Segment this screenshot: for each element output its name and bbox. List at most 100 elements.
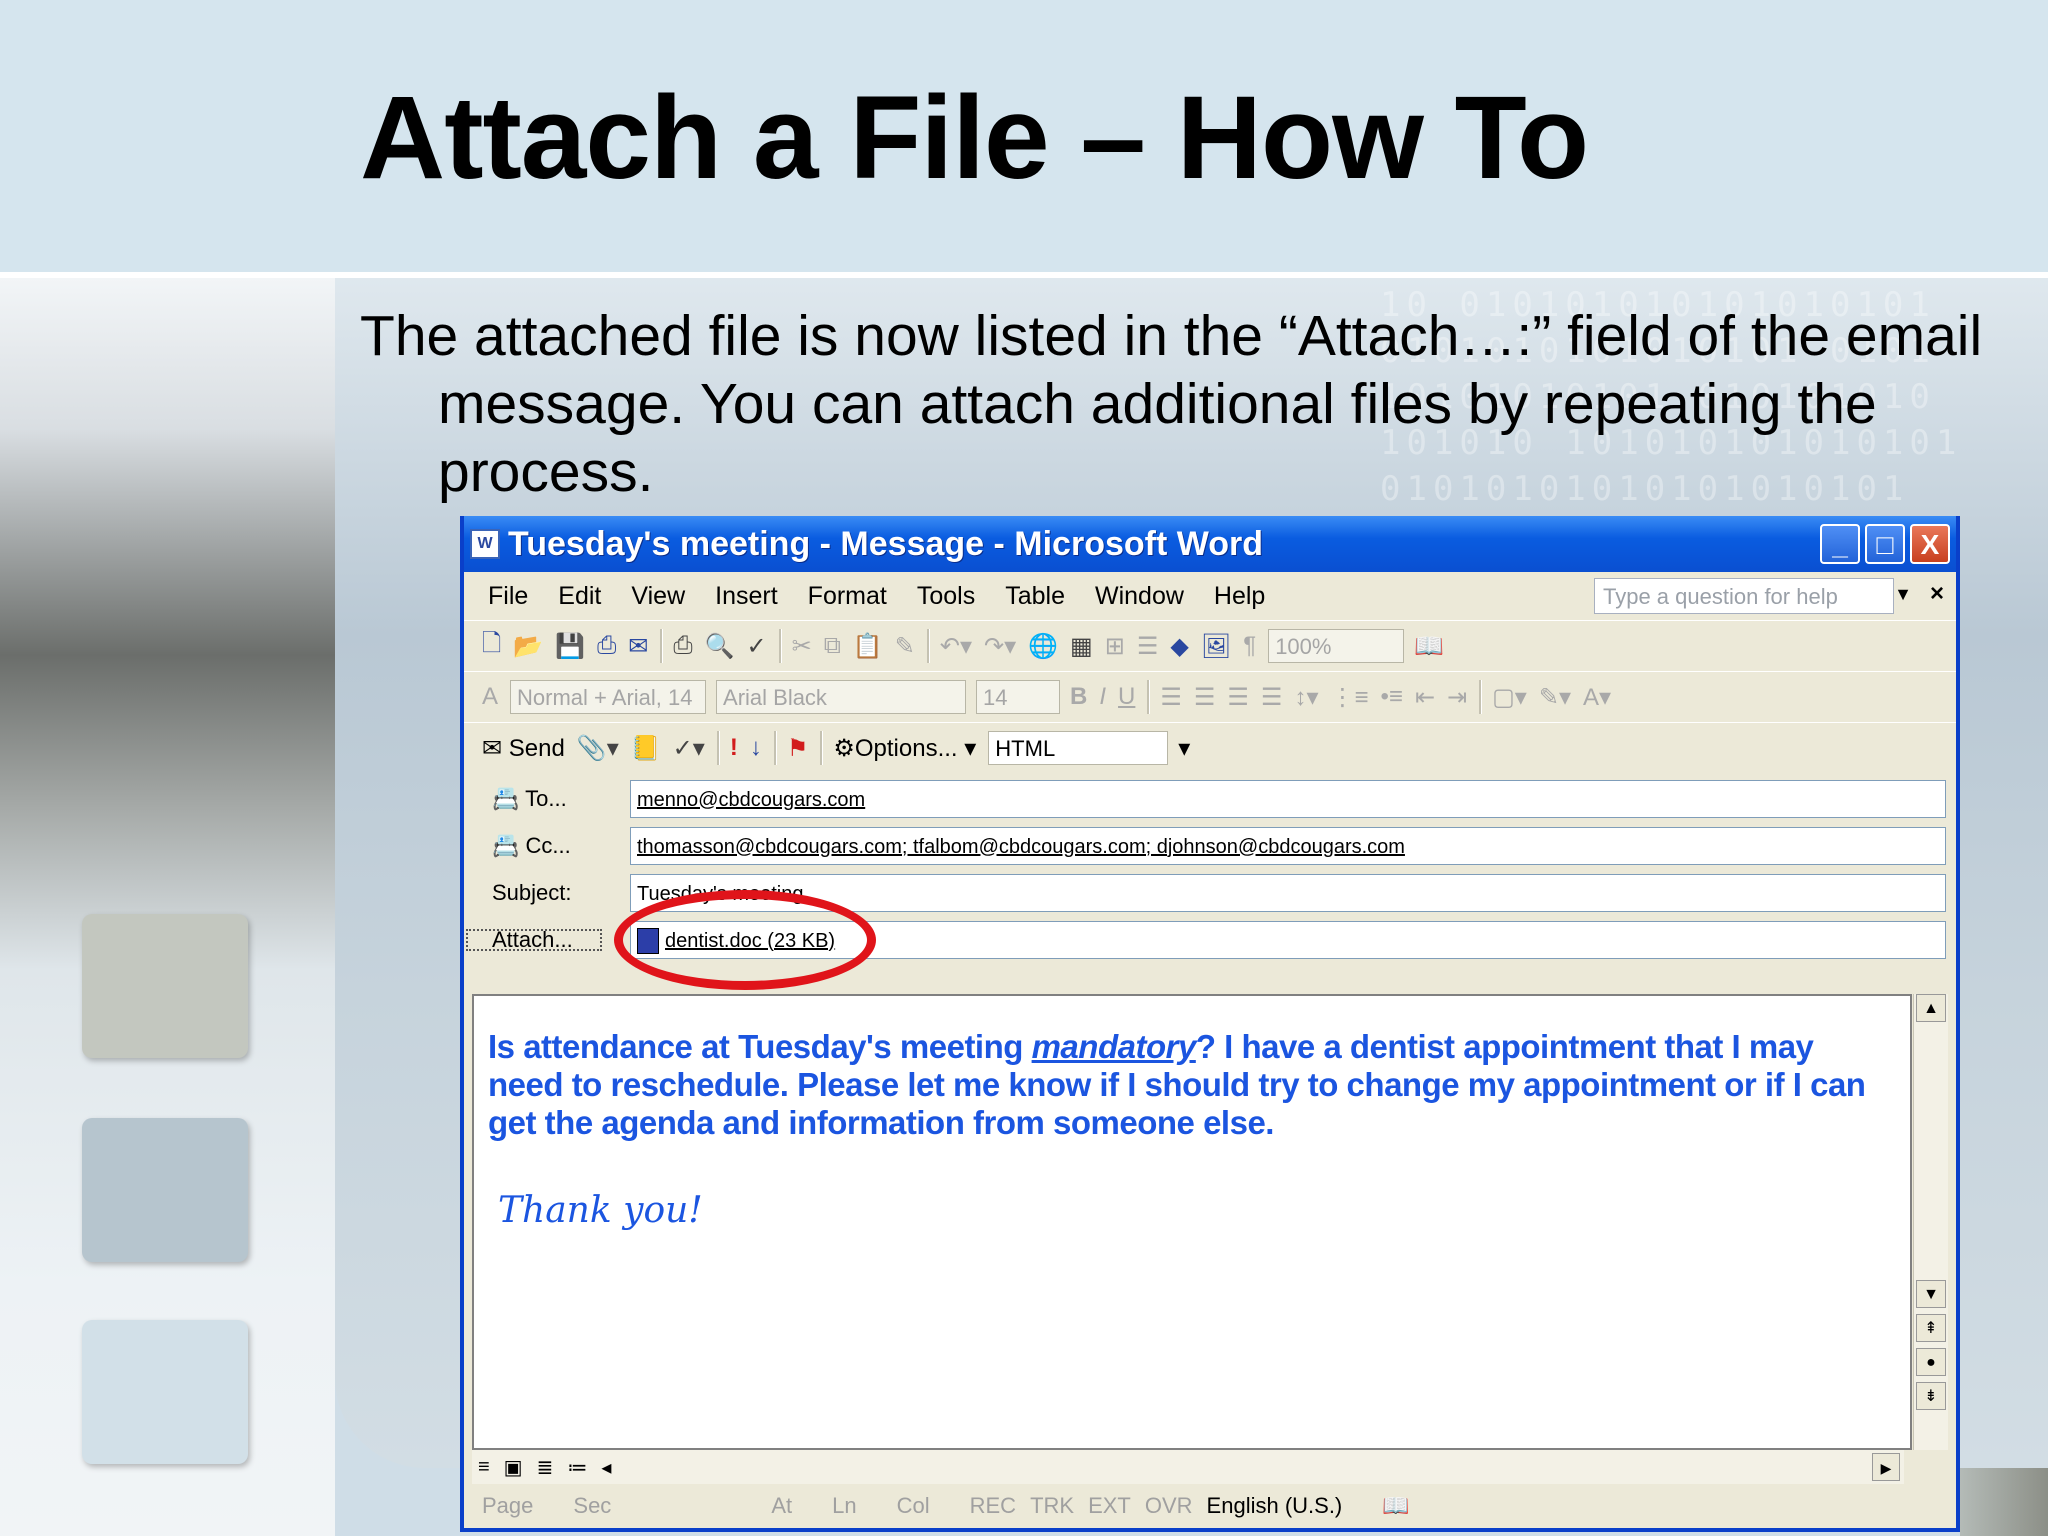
format-dropdown-icon[interactable]: ▾ [1178, 734, 1190, 763]
attach-file-icon[interactable]: 📎▾ [577, 734, 619, 763]
to-button[interactable]: 📇 To... [464, 786, 604, 812]
align-right-icon[interactable]: ☰ [1227, 683, 1249, 712]
email-icon[interactable]: ✉ [628, 632, 648, 661]
italic-button[interactable]: I [1099, 683, 1106, 711]
spelling-icon[interactable]: ✓ [746, 632, 766, 661]
scroll-up-icon[interactable]: ▲ [1916, 994, 1946, 1022]
horizontal-scrollbar[interactable]: ≡ ▣ ≣ ≔ ◂ ▶ [472, 1450, 1904, 1484]
web-layout-icon[interactable]: ▣ [504, 1455, 523, 1480]
spelling-status-icon[interactable]: 📖 [1382, 1493, 1409, 1519]
border-icon[interactable]: ▢▾ [1492, 683, 1527, 712]
redo-icon[interactable]: ↷▾ [984, 632, 1016, 661]
check-names-icon[interactable]: ✓▾ [673, 734, 705, 763]
styles-pane-icon[interactable]: A [482, 683, 498, 711]
font-select[interactable]: Arial Black [716, 680, 967, 714]
justify-icon[interactable]: ☰ [1261, 683, 1283, 712]
open-folder-icon[interactable]: 📂 [513, 632, 543, 661]
menu-tools[interactable]: Tools [917, 582, 975, 611]
toolbar-separator [778, 629, 782, 663]
align-left-icon[interactable]: ☰ [1160, 683, 1182, 712]
normal-view-icon[interactable]: ≡ [478, 1456, 490, 1479]
window-title: Tuesday's meeting - Message - Microsoft … [508, 524, 1263, 563]
scroll-left-icon[interactable]: ◂ [601, 1455, 611, 1480]
cc-field[interactable]: thomasson@cbdcougars.com; tfalbom@cbdcou… [630, 826, 1946, 865]
status-rec[interactable]: REC [970, 1493, 1016, 1519]
message-format-select[interactable]: HTML [988, 731, 1169, 765]
help-dropdown-icon[interactable]: ▼ [1894, 584, 1912, 605]
to-field[interactable]: menno@cbdcougars.com [630, 779, 1946, 818]
align-center-icon[interactable]: ☰ [1194, 683, 1216, 712]
print-preview-icon[interactable]: 🔍 [705, 632, 735, 661]
outline-view-icon[interactable]: ≔ [567, 1455, 587, 1480]
table-icon[interactable]: ▦ [1070, 632, 1093, 661]
send-label: Send [508, 734, 565, 762]
menu-window[interactable]: Window [1095, 582, 1184, 611]
undo-icon[interactable]: ↶▾ [940, 632, 972, 661]
copy-icon[interactable]: ⧉ [824, 632, 841, 660]
scroll-down-icon[interactable]: ▼ [1916, 1280, 1946, 1308]
address-book-icon[interactable]: 📒 [631, 734, 661, 763]
send-button[interactable]: ✉ Send [482, 734, 565, 763]
toolbar-separator [926, 629, 930, 663]
excel-icon[interactable]: ⊞ [1105, 632, 1125, 661]
columns-icon[interactable]: ☰ [1137, 632, 1159, 661]
options-button[interactable]: ⚙Options... ▾ [833, 734, 976, 763]
vertical-scrollbar[interactable]: ▲ ▼ ⇞ ● ⇟ [1913, 994, 1948, 1450]
print-layout-icon[interactable]: ≣ [537, 1455, 554, 1480]
numbering-icon[interactable]: ⋮≡ [1330, 683, 1368, 712]
cc-value: thomasson@cbdcougars.com; tfalbom@cbdcou… [637, 835, 1405, 858]
paste-icon[interactable]: 📋 [853, 632, 883, 661]
menu-format[interactable]: Format [808, 582, 887, 611]
decrease-indent-icon[interactable]: ⇤ [1415, 683, 1435, 712]
menu-file[interactable]: File [488, 582, 528, 611]
highlight-icon[interactable]: ✎▾ [1539, 683, 1571, 712]
help-search-input[interactable]: Type a question for help [1594, 578, 1894, 614]
cc-button[interactable]: 📇 Cc... [464, 833, 604, 859]
font-color-icon[interactable]: A▾ [1583, 683, 1611, 712]
menu-help[interactable]: Help [1214, 582, 1265, 611]
next-page-icon[interactable]: ⇟ [1916, 1382, 1946, 1410]
cc-label: Cc... [525, 832, 571, 858]
menu-table[interactable]: Table [1005, 582, 1065, 611]
previous-page-icon[interactable]: ⇞ [1916, 1314, 1946, 1342]
increase-indent-icon[interactable]: ⇥ [1447, 683, 1467, 712]
hyperlink-icon[interactable]: 🌐 [1028, 632, 1058, 661]
menu-insert[interactable]: Insert [715, 582, 778, 611]
new-document-icon[interactable]: 🗋 [482, 626, 501, 667]
close-document-icon[interactable]: × [1930, 580, 1944, 608]
line-spacing-icon[interactable]: ↕▾ [1294, 683, 1318, 712]
toolbar-separator [716, 731, 720, 765]
importance-high-icon[interactable]: ! [730, 734, 738, 762]
minimize-button[interactable]: _ [1820, 524, 1860, 564]
email-header-fields: 📇 To... menno@cbdcougars.com 📇 Cc... tho… [464, 773, 1956, 990]
print-icon[interactable]: ⎙ [673, 632, 692, 660]
select-browse-object-icon[interactable]: ● [1916, 1348, 1946, 1376]
bold-button[interactable]: B [1070, 683, 1087, 711]
format-painter-icon[interactable]: ✎ [895, 632, 915, 661]
attach-label[interactable]: Attach... [464, 927, 604, 953]
menu-edit[interactable]: Edit [558, 582, 601, 611]
close-button[interactable]: X [1910, 524, 1950, 564]
show-hide-icon[interactable]: ¶ [1243, 632, 1256, 660]
status-ovr[interactable]: OVR [1145, 1493, 1193, 1519]
style-select[interactable]: Normal + Arial, 14 [510, 680, 707, 714]
status-trk[interactable]: TRK [1030, 1493, 1074, 1519]
menu-view[interactable]: View [631, 582, 685, 611]
toolbar-separator [820, 731, 824, 765]
importance-low-icon[interactable]: ↓ [750, 734, 762, 762]
zoom-select[interactable]: 100% [1268, 629, 1405, 663]
read-icon[interactable]: 📖 [1414, 632, 1444, 661]
drawing-icon[interactable]: ◆ [1170, 632, 1188, 661]
maximize-button[interactable]: □ [1865, 524, 1905, 564]
underline-button[interactable]: U [1118, 683, 1135, 711]
font-size-select[interactable]: 14 [976, 680, 1061, 714]
cut-icon[interactable]: ✂ [792, 632, 812, 661]
flag-icon[interactable]: ⚑ [787, 734, 809, 763]
permission-icon[interactable]: ⎙ [597, 632, 616, 660]
bullets-icon[interactable]: •≡ [1381, 683, 1403, 711]
document-map-icon[interactable]: 🖼 [1201, 632, 1231, 661]
save-icon[interactable]: 💾 [555, 632, 585, 661]
status-ext[interactable]: EXT [1088, 1493, 1131, 1519]
message-body[interactable]: Is attendance at Tuesday's meeting manda… [472, 994, 1912, 1450]
scroll-right-icon[interactable]: ▶ [1872, 1453, 1900, 1481]
